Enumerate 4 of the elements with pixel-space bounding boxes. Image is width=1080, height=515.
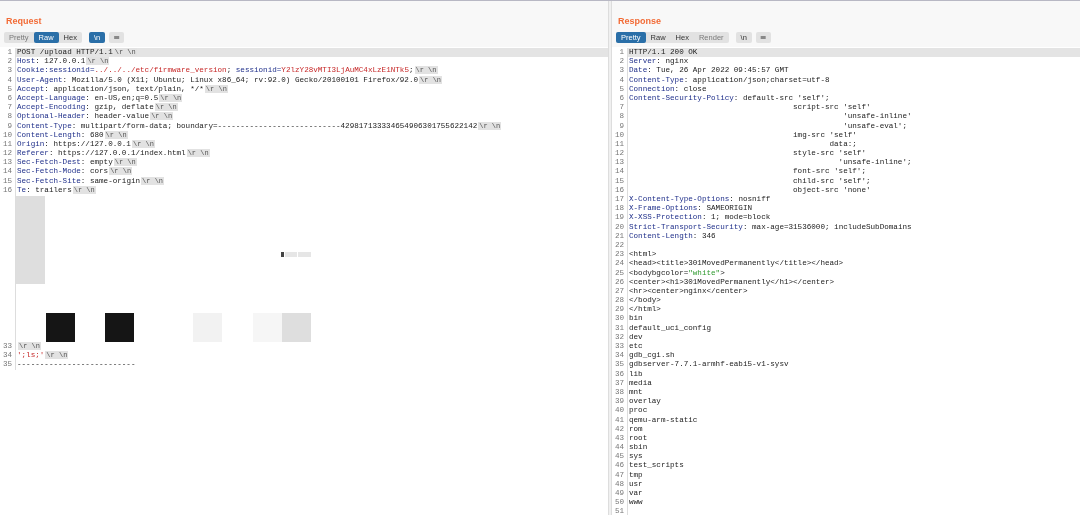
menu-button[interactable]: ≡: [755, 32, 771, 43]
pane-title: Response: [618, 16, 661, 26]
pane-title: Request: [6, 16, 42, 26]
menu-button[interactable]: ≡: [109, 32, 124, 43]
